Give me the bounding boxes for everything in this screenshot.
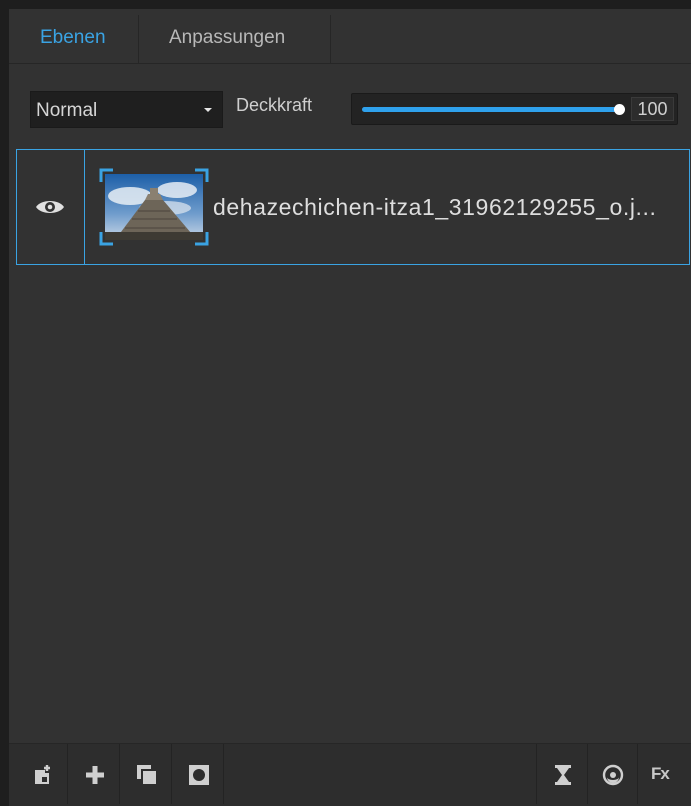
new-layer-from-image-icon — [35, 765, 50, 784]
add-layer-icon — [86, 766, 104, 784]
fx-label: Fx — [651, 764, 670, 783]
layer-name: dehazechichen-itza1_31962129255_o.j... — [213, 194, 657, 220]
blend-mode-dropdown[interactable]: Normal — [30, 91, 223, 128]
caret-down-icon — [204, 108, 212, 112]
new-layer-from-image-button[interactable] — [20, 744, 68, 804]
layer-thumbnail[interactable] — [99, 168, 209, 246]
toolbar-divider — [587, 744, 588, 804]
toolbar-divider — [536, 744, 537, 804]
photo-thumbnail-icon — [105, 174, 203, 240]
opacity-slider-fill — [362, 107, 620, 112]
toolbar-divider — [171, 744, 172, 804]
layer-mask-button[interactable] — [175, 744, 223, 804]
duplicate-layer-button[interactable] — [123, 744, 171, 804]
adjustment-circle-icon — [602, 764, 624, 786]
tab-bar: Ebenen Anpassungen — [9, 9, 691, 64]
layers-toolbar: Fx — [9, 743, 691, 806]
tab-divider — [330, 15, 331, 63]
hourglass-button[interactable] — [539, 744, 587, 804]
eye-icon[interactable] — [35, 197, 65, 217]
tab-anpassungen[interactable]: Anpassungen — [169, 9, 285, 63]
toolbar-divider — [67, 744, 68, 804]
layer-mask-icon — [189, 765, 209, 785]
layers-panel: Ebenen Anpassungen Normal Deckkraft 100 — [9, 9, 691, 806]
tab-ebenen[interactable]: Ebenen — [40, 9, 106, 63]
opacity-slider-handle[interactable] — [614, 104, 625, 115]
toolbar-divider — [223, 744, 224, 804]
opacity-slider[interactable] — [362, 104, 625, 115]
layer-row[interactable]: dehazechichen-itza1_31962129255_o.j... — [16, 149, 690, 265]
opacity-slider-box: 100 — [351, 93, 678, 125]
add-layer-button[interactable] — [71, 744, 119, 804]
layer-visibility-cell — [17, 150, 85, 264]
tab-divider — [138, 15, 139, 63]
blend-mode-value: Normal — [36, 100, 98, 121]
opacity-value-field[interactable]: 100 — [631, 97, 674, 121]
toolbar-divider — [637, 744, 638, 804]
opacity-label: Deckkraft — [236, 95, 313, 115]
adjustment-button[interactable] — [589, 744, 637, 804]
duplicate-layer-icon — [137, 765, 158, 786]
effects-button[interactable]: Fx — [639, 744, 687, 804]
toolbar-divider — [119, 744, 120, 804]
hourglass-icon — [555, 765, 571, 785]
